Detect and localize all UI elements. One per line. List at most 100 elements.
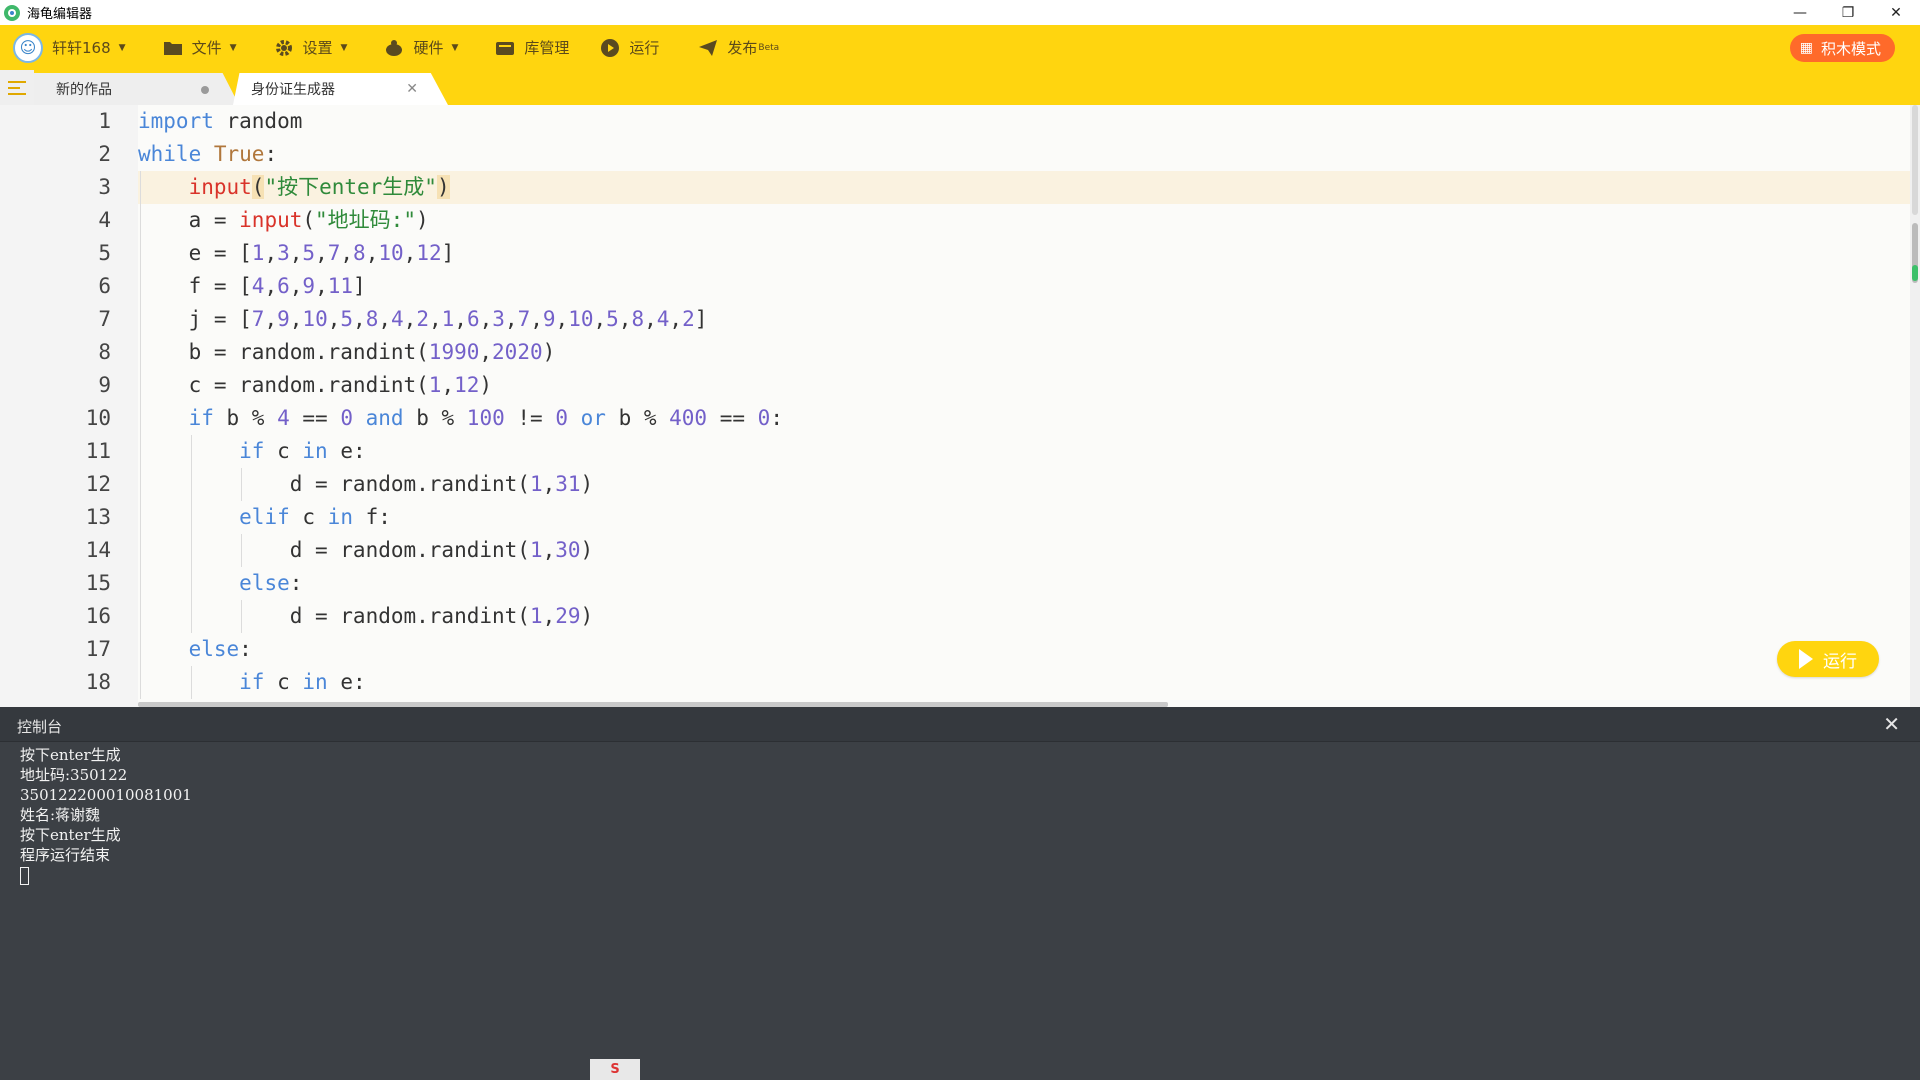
gear-icon: [273, 37, 295, 59]
settings-menu[interactable]: 设置 ▼: [273, 25, 348, 70]
code-line[interactable]: if c in e:: [138, 435, 365, 468]
code-line[interactable]: if b % 4 == 0 and b % 100 != 0 or b % 40…: [138, 402, 783, 435]
publish-button[interactable]: 发布 Beta: [697, 25, 779, 70]
indent-guide: [190, 600, 192, 633]
line-number: 5: [98, 241, 111, 265]
line-number: 7: [98, 307, 111, 331]
line-number: 10: [85, 406, 111, 430]
indent-guide: [140, 237, 141, 270]
console-panel: 控制台 ✕ 按下enter生成 地址码:350122 3501222000100…: [0, 707, 1920, 1080]
hardware-menu-label: 硬件: [413, 39, 444, 57]
console-line: 地址码:350122: [20, 766, 128, 784]
turtle-icon: [383, 37, 405, 59]
run-button[interactable]: 运行: [1777, 641, 1879, 677]
chevron-down-icon: ▼: [229, 42, 237, 53]
line-number: 1: [98, 109, 111, 133]
tab-bar: 新的作品 身份证生成器 ✕: [0, 70, 1920, 105]
code-area[interactable]: import random while True: input("按下enter生…: [138, 105, 1910, 707]
code-line[interactable]: j = [7,9,10,5,8,4,2,1,6,3,7,9,10,5,8,4,2…: [138, 303, 708, 336]
line-number: 14: [85, 538, 111, 562]
window-title: 海龟编辑器: [27, 7, 93, 22]
avatar[interactable]: ☺: [13, 32, 43, 63]
chevron-down-icon: ▼: [340, 42, 348, 53]
unsaved-dot-icon: [201, 86, 209, 94]
close-window-button[interactable]: ✕: [1872, 0, 1920, 25]
paper-plane-icon: [697, 37, 719, 59]
block-mode-button[interactable]: ▦ 积木模式: [1789, 34, 1895, 62]
code-line[interactable]: c = random.randint(1,12): [138, 369, 493, 402]
vertical-scrollbar[interactable]: [1910, 105, 1920, 707]
code-line[interactable]: while True:: [138, 138, 277, 171]
code-line[interactable]: d = random.randint(1,31): [138, 468, 594, 501]
code-line[interactable]: elif c in f:: [138, 501, 391, 534]
blocks-icon: ▦: [1799, 40, 1813, 56]
folder-icon: [162, 37, 184, 59]
code-line[interactable]: else:: [138, 633, 252, 666]
line-number: 16: [85, 604, 111, 628]
user-menu[interactable]: ☺ 轩轩168 ▼: [13, 25, 126, 70]
indent-guide: [241, 600, 243, 633]
scrollbar-thumb[interactable]: [1912, 105, 1918, 215]
indent-guide: [140, 666, 141, 699]
line-number: 13: [85, 505, 111, 529]
run-button-label: 运行: [1823, 651, 1857, 672]
indent-guide: [140, 567, 141, 600]
code-line[interactable]: a = input("地址码:"): [138, 204, 429, 237]
console-output[interactable]: 按下enter生成 地址码:350122 350122200010081001 …: [20, 745, 192, 885]
indent-guide: [140, 270, 141, 303]
file-menu[interactable]: 文件 ▼: [162, 25, 237, 70]
code-line[interactable]: else:: [138, 567, 302, 600]
console-header: 控制台 ✕: [0, 707, 1920, 742]
line-number: 3: [98, 175, 111, 199]
line-number: 18: [85, 670, 111, 694]
line-number-gutter: 1 2 3 4 5 6 7 8 9 10 11 12 13 14 15 16 17 18: [34, 105, 138, 707]
play-icon: [1799, 649, 1813, 669]
tab-new-work[interactable]: 新的作品: [34, 73, 239, 105]
code-line[interactable]: if c in e:: [138, 666, 365, 699]
indent-guide: [190, 501, 192, 534]
minimize-button[interactable]: —: [1776, 0, 1824, 25]
code-line[interactable]: d = random.randint(1,29): [138, 600, 594, 633]
library-manager-label: 库管理: [524, 39, 570, 57]
title-bar: 海龟编辑器 — ❐ ✕: [0, 0, 1920, 25]
code-line[interactable]: import random: [138, 105, 302, 138]
line-number: 11: [85, 439, 111, 463]
sidebar-toggle-button[interactable]: [0, 70, 34, 105]
console-input-cursor[interactable]: [20, 867, 29, 885]
toolbar-run-button[interactable]: 运行: [599, 25, 659, 70]
code-line[interactable]: b = random.randint(1990,2020): [138, 336, 556, 369]
close-console-icon[interactable]: ✕: [1883, 712, 1900, 736]
indent-guide: [190, 468, 192, 501]
console-line: 按下enter生成: [20, 826, 121, 844]
line-number: 4: [98, 208, 111, 232]
close-tab-icon[interactable]: ✕: [406, 81, 418, 97]
line-number: 15: [85, 571, 111, 595]
indent-guide: [140, 369, 141, 402]
code-line[interactable]: e = [1,3,5,7,8,10,12]: [138, 237, 455, 270]
beta-badge: Beta: [758, 42, 780, 53]
indent-guide: [140, 204, 141, 237]
restore-button[interactable]: ❐: [1824, 0, 1872, 25]
indent-guide: [140, 336, 141, 369]
ime-sogou-icon[interactable]: S: [590, 1059, 640, 1080]
code-line[interactable]: d = random.randint(1,30): [138, 534, 594, 567]
hardware-menu[interactable]: 硬件 ▼: [383, 25, 458, 70]
indent-guide: [190, 534, 192, 567]
line-number: 9: [98, 373, 111, 397]
console-line: 程序运行结束: [20, 846, 111, 864]
indent-guide: [140, 402, 141, 435]
editor-left-gutter: [0, 105, 34, 707]
library-manager-button[interactable]: 库管理: [494, 25, 569, 70]
code-line[interactable]: input("按下enter生成"): [138, 171, 450, 204]
line-number: 12: [85, 472, 111, 496]
library-icon: [494, 37, 516, 59]
code-editor[interactable]: 1 2 3 4 5 6 7 8 9 10 11 12 13 14 15 16 17 18 import rando…: [0, 105, 1920, 707]
code-line[interactable]: f = [4,6,9,11]: [138, 270, 366, 303]
console-line: 按下enter生成: [20, 746, 121, 764]
indent-guide: [140, 468, 141, 501]
line-number: 17: [85, 637, 111, 661]
tab-label: 新的作品: [56, 82, 112, 98]
console-title: 控制台: [17, 718, 63, 736]
tab-id-generator[interactable]: 身份证生成器 ✕: [233, 73, 448, 105]
settings-menu-label: 设置: [302, 39, 333, 57]
